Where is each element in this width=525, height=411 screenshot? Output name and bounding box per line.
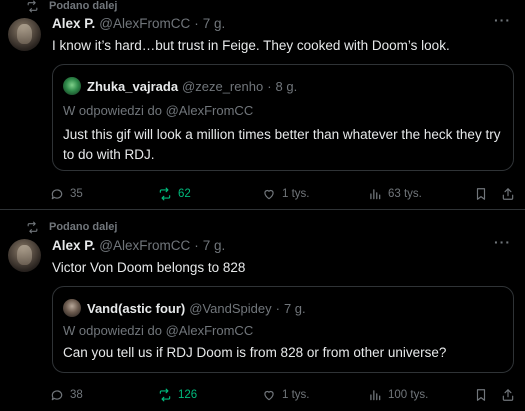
like-icon: [264, 189, 274, 200]
replying-to: W odpowiedzi do @AlexFromCC: [63, 323, 254, 338]
repost-icon: [27, 0, 38, 12]
post-header: Alex P. @AlexFromCC · 7 g.: [52, 14, 225, 32]
views-icon: [370, 189, 381, 200]
share-button[interactable]: [501, 184, 515, 204]
share-icon: [502, 188, 514, 200]
bookmark-button[interactable]: [474, 184, 488, 204]
avatar[interactable]: [8, 18, 41, 51]
more-icon: ···: [494, 234, 511, 250]
views-count: 100 tys.: [388, 389, 429, 401]
repost-label: Podano dalej: [49, 0, 118, 12]
like-count: 1 tys.: [282, 389, 310, 401]
separator: ·: [275, 300, 280, 316]
quoted-timestamp: 7 g.: [283, 300, 306, 316]
views-button[interactable]: 63 tys.: [368, 184, 422, 204]
repost-icon: [159, 388, 171, 402]
reply-button[interactable]: 35: [50, 184, 83, 204]
repost-indicator: Podano dalej: [26, 219, 117, 235]
reply-icon: [51, 390, 63, 401]
repost-icon: [159, 187, 171, 201]
views-icon: [370, 390, 381, 401]
reply-icon: [51, 189, 63, 200]
author-name[interactable]: Alex P.: [52, 16, 95, 31]
reply-button[interactable]: 38: [50, 385, 83, 405]
quoted-author-name: Vand(astic four): [87, 300, 186, 316]
quoted-author-handle: @VandSpidey: [189, 300, 272, 316]
avatar[interactable]: [8, 239, 41, 272]
repost-count: 62: [178, 188, 191, 200]
separator: ·: [194, 15, 199, 31]
bookmark-icon: [476, 389, 486, 401]
timestamp[interactable]: 7 g.: [203, 16, 226, 31]
post[interactable]: Podano dalej Alex P. @AlexFromCC · 7 g. …: [0, 209, 525, 411]
action-bar: 38 126 1 tys. 100 tys.: [50, 385, 520, 405]
post[interactable]: Podano dalej Alex P. @AlexFromCC · 7 g. …: [0, 0, 525, 209]
quoted-avatar: [63, 77, 81, 95]
separator: ·: [267, 78, 272, 94]
post-text: Victor Von Doom belongs to 828: [52, 260, 246, 275]
views-button[interactable]: 100 tys.: [368, 385, 428, 405]
repost-label: Podano dalej: [49, 221, 118, 233]
quoted-header: Zhuka_vajrada @zeze_renho · 8 g.: [87, 77, 297, 95]
reply-count: 38: [70, 389, 83, 401]
quoted-avatar: [63, 299, 81, 317]
repost-icon: [27, 221, 38, 233]
more-icon: ···: [494, 12, 511, 28]
reply-count: 35: [70, 188, 83, 200]
quoted-post[interactable]: Vand(astic four) @VandSpidey · 7 g. W od…: [52, 286, 514, 373]
author-handle[interactable]: @AlexFromCC: [99, 238, 190, 253]
bookmark-icon: [476, 188, 486, 200]
replying-to: W odpowiedzi do @AlexFromCC: [63, 103, 254, 118]
repost-button[interactable]: 126: [158, 385, 197, 405]
author-name[interactable]: Alex P.: [52, 238, 95, 253]
like-count: 1 tys.: [282, 188, 310, 200]
repost-button[interactable]: 62: [158, 184, 191, 204]
like-button[interactable]: 1 tys.: [262, 184, 309, 204]
views-count: 63 tys.: [388, 188, 422, 200]
quoted-header: Vand(astic four) @VandSpidey · 7 g.: [87, 299, 306, 317]
quoted-timestamp: 8 g.: [275, 78, 298, 94]
timestamp[interactable]: 7 g.: [203, 238, 226, 253]
like-button[interactable]: 1 tys.: [262, 385, 309, 405]
repost-count: 126: [178, 389, 198, 401]
repost-indicator: Podano dalej: [26, 0, 117, 14]
like-icon: [264, 390, 274, 401]
post-header: Alex P. @AlexFromCC · 7 g.: [52, 236, 225, 254]
separator: ·: [194, 237, 199, 253]
share-icon: [502, 389, 514, 401]
quoted-text: Just this gif will look a million times …: [63, 127, 501, 162]
post-text: I know it’s hard…but trust in Feige. The…: [52, 38, 450, 53]
quoted-author-name: Zhuka_vajrada: [87, 78, 179, 94]
action-bar: 35 62 1 tys. 63 tys.: [50, 184, 520, 204]
share-button[interactable]: [501, 385, 515, 405]
author-handle[interactable]: @AlexFromCC: [99, 16, 190, 31]
quoted-author-handle: @zeze_renho: [182, 78, 264, 94]
more-options-button[interactable]: ···: [494, 12, 511, 28]
quoted-text: Can you tell us if RDJ Doom is from 828 …: [63, 345, 447, 360]
bookmark-button[interactable]: [474, 385, 488, 405]
quoted-post[interactable]: Zhuka_vajrada @zeze_renho · 8 g. W odpow…: [52, 64, 514, 171]
more-options-button[interactable]: ···: [494, 234, 511, 250]
